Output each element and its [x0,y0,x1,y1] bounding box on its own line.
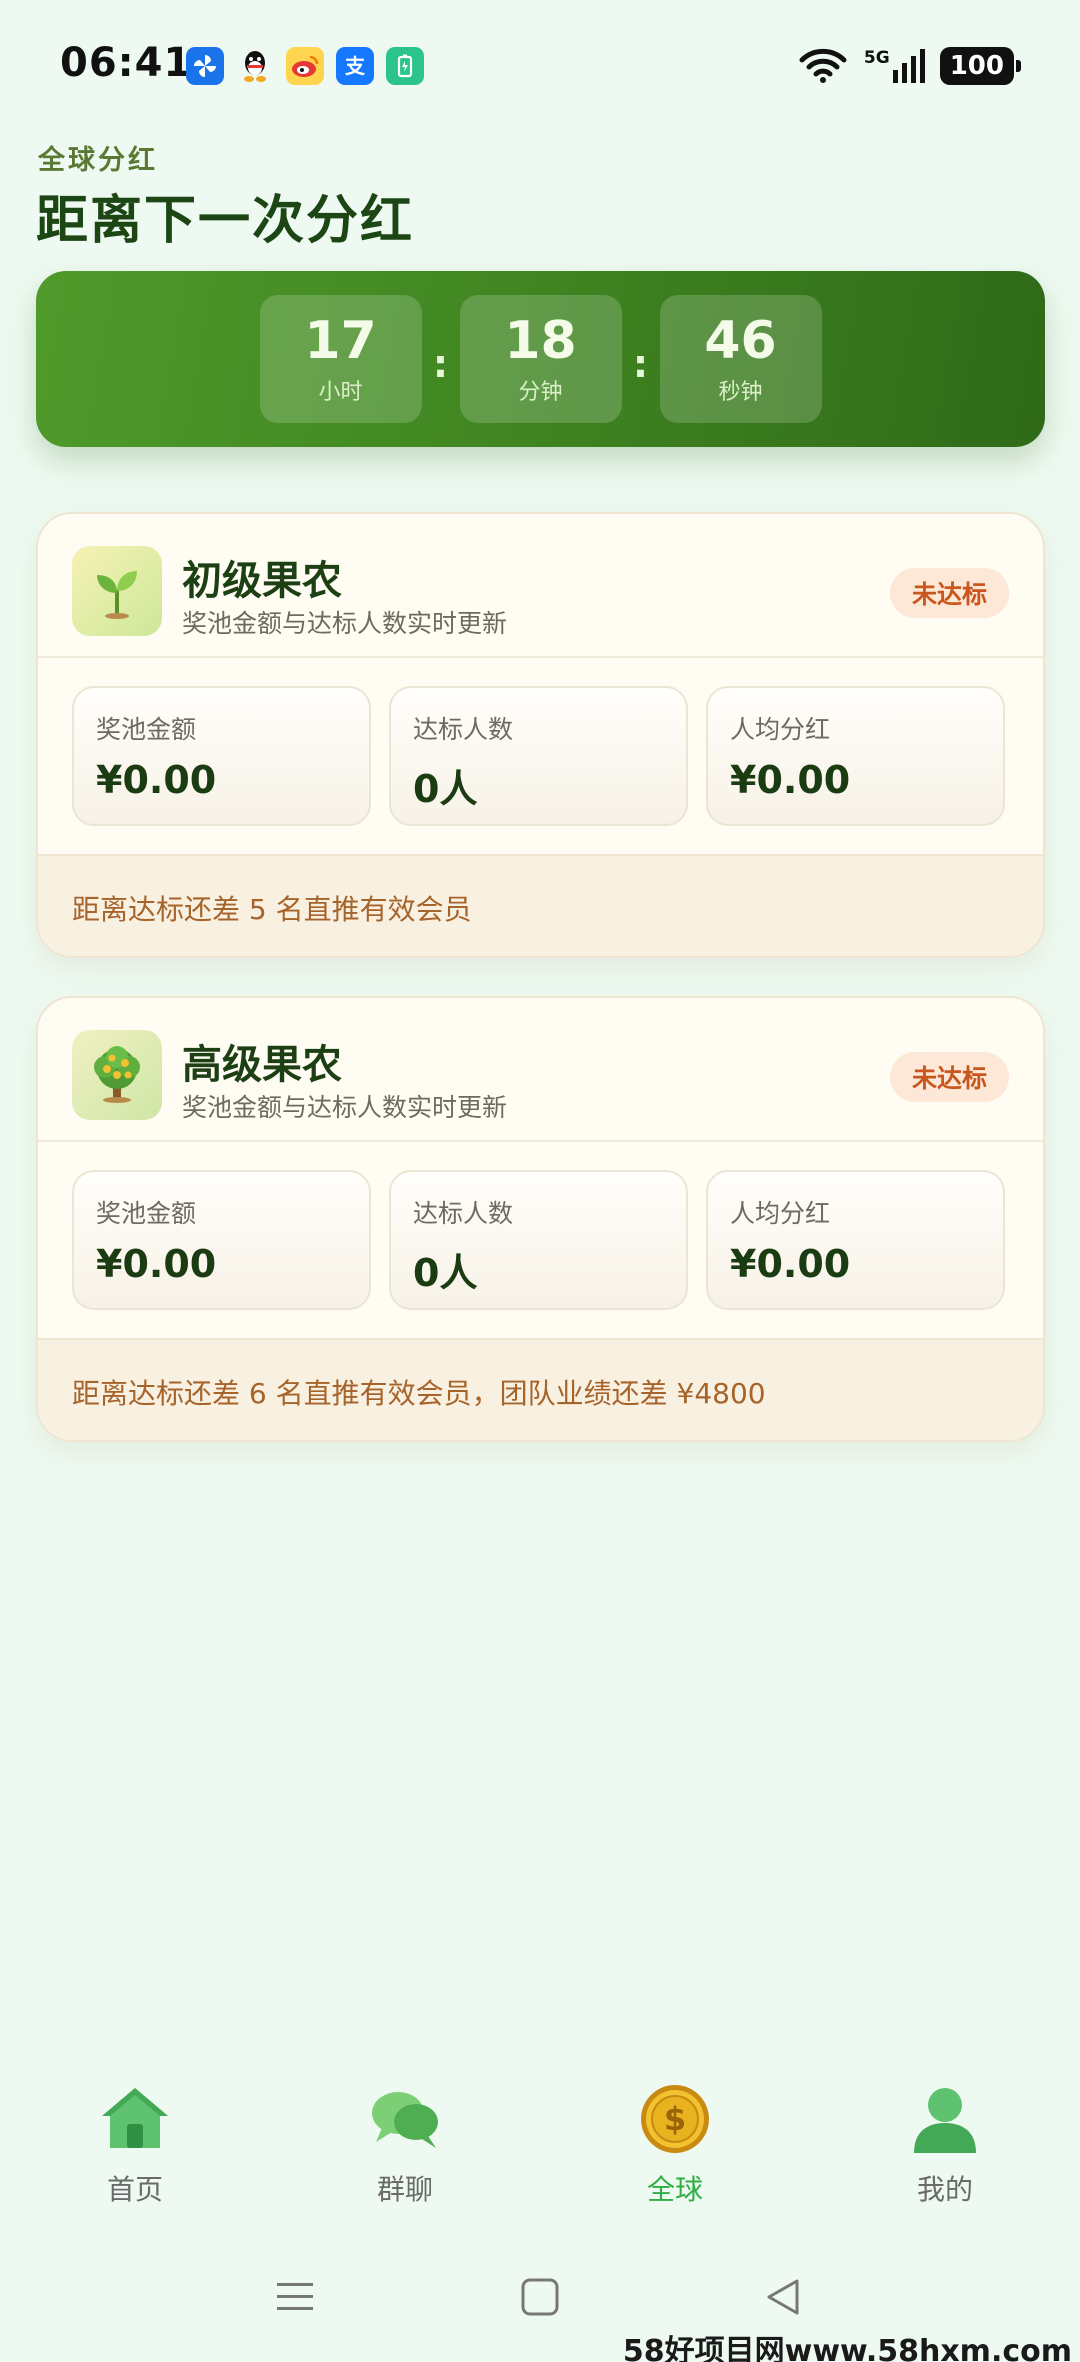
stat-value: ¥0.00 [730,758,851,802]
stat-label: 达标人数 [413,715,514,744]
stat-value: ¥0.00 [96,758,217,802]
nav-item-global[interactable]: $ 全球 [540,2082,810,2232]
system-nav-bar [0,2262,1080,2332]
status-badge: 未达标 [889,1052,1009,1102]
requirement-note: 距离达标还差 5 名直推有效会员 [38,854,1043,956]
countdown-seconds: 46 秒钟 [659,295,822,423]
nav-label: 全球 [646,2173,703,2206]
card-header: 初级果农 奖池金额与达标人数实时更新 未达标 [38,514,1043,658]
hours-unit: 小时 [318,380,363,405]
coin-icon: $ [638,2082,712,2156]
weibo-icon [286,47,324,85]
stat-value: 0人 [413,1251,478,1295]
stat-per-capita-dividend: 人均分红 ¥0.00 [706,1170,1005,1310]
notification-icons: 支 [186,47,424,85]
stats-row: 奖池金额 ¥0.00 达标人数 0人 人均分红 ¥0.00 [72,1170,1005,1310]
money-tree-icon [72,1030,162,1120]
nav-item-chat[interactable]: 群聊 [270,2082,540,2232]
battery-saver-app-icon [386,47,424,85]
stat-label: 达标人数 [413,1199,514,1228]
page-subtitle: 全球分红 [38,145,158,176]
home-button-icon[interactable] [515,2272,565,2322]
status-time: 06:41 [60,40,193,86]
seconds-value: 46 [704,311,777,371]
stat-pool-amount: 奖池金额 ¥0.00 [72,1170,371,1310]
status-indicators: 5G 100 [796,44,1022,88]
status-badge: 未达标 [889,568,1009,618]
svg-text:$: $ [664,2100,686,2138]
network-type: 5G [863,48,890,68]
tier-name: 初级果农 [182,558,342,604]
user-icon [908,2082,982,2156]
wifi-icon [796,44,850,88]
minutes-unit: 分钟 [518,380,563,405]
nav-label: 首页 [106,2173,163,2206]
stat-value: 0人 [413,767,478,811]
stat-label: 奖池金额 [96,715,197,744]
tier-name: 高级果农 [182,1042,342,1088]
nav-label: 群聊 [376,2173,433,2206]
back-icon[interactable] [758,2272,808,2322]
chat-icon [368,2082,442,2156]
tier-card-junior[interactable]: 初级果农 奖池金额与达标人数实时更新 未达标 奖池金额 ¥0.00 达标人数 0… [36,512,1045,958]
card-header: 高级果农 奖池金额与达标人数实时更新 未达标 [38,998,1043,1142]
tier-card-senior[interactable]: 高级果农 奖池金额与达标人数实时更新 未达标 奖池金额 ¥0.00 达标人数 0… [36,996,1045,1442]
hours-value: 17 [304,311,377,371]
signal-icon: 5G [864,48,926,84]
countdown-separator: : [432,342,449,386]
minutes-value: 18 [504,311,577,371]
nav-item-home[interactable]: 首页 [0,2082,270,2232]
svg-text:支: 支 [345,54,366,78]
stat-value: ¥0.00 [730,1242,851,1286]
countdown-minutes: 18 分钟 [459,295,622,423]
home-icon [98,2082,172,2156]
stat-value: ¥0.00 [96,1242,217,1286]
stat-qualified-count: 达标人数 0人 [389,686,688,826]
sprout-icon [72,546,162,636]
tier-description: 奖池金额与达标人数实时更新 [182,609,508,638]
stat-pool-amount: 奖池金额 ¥0.00 [72,686,371,826]
qq-icon [236,47,274,85]
stat-label: 人均分红 [730,715,831,744]
bottom-nav: 首页 群聊 $ 全球 我的 [0,2082,1080,2232]
page-title: 距离下一次分红 [36,191,415,251]
stats-row: 奖池金额 ¥0.00 达标人数 0人 人均分红 ¥0.00 [72,686,1005,826]
stat-qualified-count: 达标人数 0人 [389,1170,688,1310]
nav-item-profile[interactable]: 我的 [810,2082,1080,2232]
requirement-note: 距离达标还差 6 名直推有效会员，团队业绩还差 ¥4800 [38,1338,1043,1440]
menu-icon[interactable] [270,2272,320,2322]
countdown-banner: 17 小时 : 18 分钟 : 46 秒钟 [36,271,1045,447]
stat-label: 人均分红 [730,1199,831,1228]
countdown-hours: 17 小时 [259,295,422,423]
alipay-icon: 支 [336,47,374,85]
nav-label: 我的 [916,2173,973,2206]
pinwheel-app-icon [186,47,224,85]
stat-per-capita-dividend: 人均分红 ¥0.00 [706,686,1005,826]
status-bar: 06:41 支 5G 100 [0,0,1080,132]
seconds-unit: 秒钟 [718,380,763,405]
stat-label: 奖池金额 [96,1199,197,1228]
watermark: 58好项目网www.58hxm.com [622,2334,1072,2362]
battery-indicator: 100 [939,47,1022,85]
countdown-separator: : [632,342,649,386]
tier-description: 奖池金额与达标人数实时更新 [182,1093,508,1122]
